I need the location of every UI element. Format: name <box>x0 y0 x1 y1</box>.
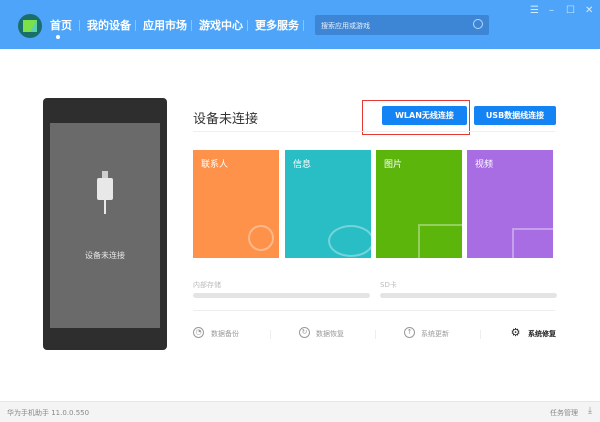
tile-label: 图片 <box>384 160 403 170</box>
maximize-icon[interactable]: ☐ <box>566 5 575 16</box>
phone-screen: 设备未连接 <box>50 123 160 328</box>
gear-icon: ⚙ <box>510 326 521 339</box>
status-bar: 华为手机助手 11.0.0.550 任务管理 ⤓ <box>0 401 600 422</box>
divider <box>480 330 481 339</box>
tile-label: 信息 <box>293 160 312 170</box>
backup-icon: ◔ <box>193 327 204 338</box>
tile-contacts[interactable]: 联系人 <box>193 150 279 258</box>
phone-status-text: 设备未连接 <box>85 251 125 260</box>
nav-divider <box>303 20 304 31</box>
system-update-button[interactable]: 系统更新 <box>421 329 449 339</box>
divider <box>375 330 376 339</box>
nav-my-device[interactable]: 我的设备 <box>87 17 131 33</box>
video-icon <box>512 228 553 258</box>
usb-cable <box>104 200 106 214</box>
tile-pictures[interactable]: 图片 <box>376 150 462 258</box>
tile-videos[interactable]: 视频 <box>467 150 553 258</box>
wlan-connect-button[interactable]: WLAN无线连接 <box>382 106 467 125</box>
header: 首页 我的设备 应用市场 游戏中心 更多服务 搜索应用或游戏 ☰ – ☐ ✕ <box>0 0 600 49</box>
download-icon[interactable]: ⤓ <box>588 406 592 416</box>
nav-more-services[interactable]: 更多服务 <box>255 17 299 33</box>
system-repair-button[interactable]: 系统修复 <box>528 329 556 339</box>
nav-divider <box>191 20 192 31</box>
nav-divider <box>135 20 136 31</box>
nav-app-market[interactable]: 应用市场 <box>143 17 187 33</box>
app-logo <box>18 14 42 38</box>
version-text: 华为手机助手 11.0.0.550 <box>7 409 90 417</box>
data-restore-button[interactable]: 数据恢复 <box>316 329 344 339</box>
nav-home[interactable]: 首页 <box>50 17 72 33</box>
usb-connect-button[interactable]: USB数据线连接 <box>474 106 556 125</box>
search-input[interactable]: 搜索应用或游戏 <box>315 15 489 35</box>
internal-storage-bar <box>193 293 370 298</box>
menu-icon[interactable]: ☰ <box>530 5 539 16</box>
divider <box>270 330 271 339</box>
search-icon[interactable] <box>473 19 483 29</box>
task-manager-button[interactable]: 任务管理 <box>550 408 578 418</box>
active-indicator <box>56 35 60 39</box>
internal-storage-label: 内部存储 <box>193 281 221 289</box>
message-icon <box>328 225 371 257</box>
contact-icon <box>248 225 274 251</box>
divider <box>193 310 555 311</box>
update-icon: ↑ <box>404 327 415 338</box>
tile-label: 视频 <box>475 160 494 170</box>
nav-game-center[interactable]: 游戏中心 <box>199 17 243 33</box>
close-icon[interactable]: ✕ <box>585 5 593 16</box>
nav-divider <box>247 20 248 31</box>
phone-illustration: 设备未连接 <box>43 98 167 350</box>
data-backup-button[interactable]: 数据备份 <box>211 329 239 339</box>
tile-label: 联系人 <box>201 160 229 170</box>
minimize-icon[interactable]: – <box>549 5 554 16</box>
divider <box>193 131 555 132</box>
sd-card-label: SD卡 <box>380 281 397 289</box>
tile-messages[interactable]: 信息 <box>285 150 371 258</box>
nav-divider <box>79 20 80 31</box>
sd-card-bar <box>380 293 557 298</box>
restore-icon: ↻ <box>299 327 310 338</box>
picture-icon <box>418 224 462 258</box>
search-placeholder: 搜索应用或游戏 <box>321 22 370 30</box>
page-title: 设备未连接 <box>193 112 259 127</box>
usb-plug-body <box>97 178 113 200</box>
